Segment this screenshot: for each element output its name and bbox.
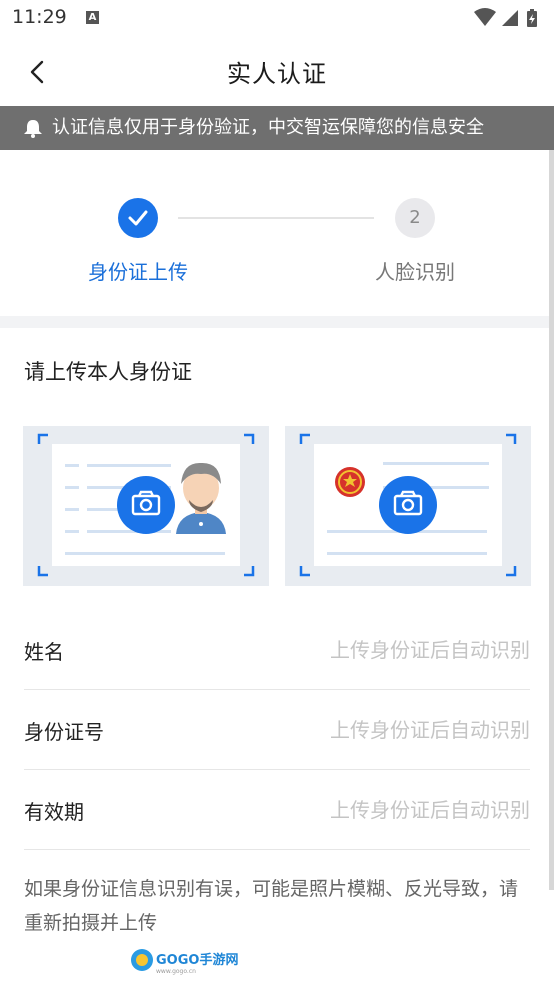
wifi-icon [474,8,496,26]
security-notice-bar: 认证信息仅用于身份验证，中交智运保障您的信息安全 [0,106,554,150]
scrollbar[interactable] [549,150,554,890]
validity-label: 有效期 [24,800,84,824]
step-2-indicator: 2 [395,198,435,238]
status-bar: 11:29 A [0,0,554,36]
national-emblem-icon [335,467,365,497]
form-row-id-number: 身份证号 [24,690,530,770]
recognition-hint: 如果身份证信息识别有误，可能是照片模糊、反光导致，请重新拍摄并上传 [24,878,519,934]
form-row-validity: 有效期 [24,770,530,850]
name-label: 姓名 [24,640,64,664]
page-title: 实人认证 [227,60,327,88]
progress-steps: 2 身份证上传 人脸识别 [0,150,554,316]
form-row-name: 姓名 [24,610,530,690]
nav-bar: 实人认证 [0,36,554,106]
status-time: 11:29 [12,6,67,28]
battery-icon [527,9,537,27]
gogo-watermark-logo: GOGO手游网 www.gogo.cn [131,949,238,975]
id-number-field[interactable] [250,710,530,750]
id-card-portrait-illustration [37,433,255,577]
notice-text: 认证信息仅用于身份验证，中交智运保障您的信息安全 [52,117,484,138]
id-number-label: 身份证号 [24,720,104,744]
step-1-indicator [118,198,158,238]
step-2-label: 人脸识别 [375,260,455,284]
id-card-front-upload[interactable] [23,426,269,586]
watermark-brand: GOGO手游网 [156,952,238,968]
notification-letter-icon: A [86,11,99,24]
validity-field[interactable] [250,790,530,830]
upload-section-title: 请上传本人身份证 [24,360,192,384]
id-card-emblem-illustration [299,433,517,577]
check-icon [128,210,148,226]
watermark-url: www.gogo.cn [156,968,196,975]
step-connector-line [178,217,374,219]
section-divider [0,316,554,328]
name-field[interactable] [250,630,530,670]
bell-icon [24,120,42,138]
signal-icon [502,10,518,26]
step-1-label: 身份证上传 [88,260,188,284]
id-card-back-upload[interactable] [285,426,531,586]
status-icons [474,8,537,27]
